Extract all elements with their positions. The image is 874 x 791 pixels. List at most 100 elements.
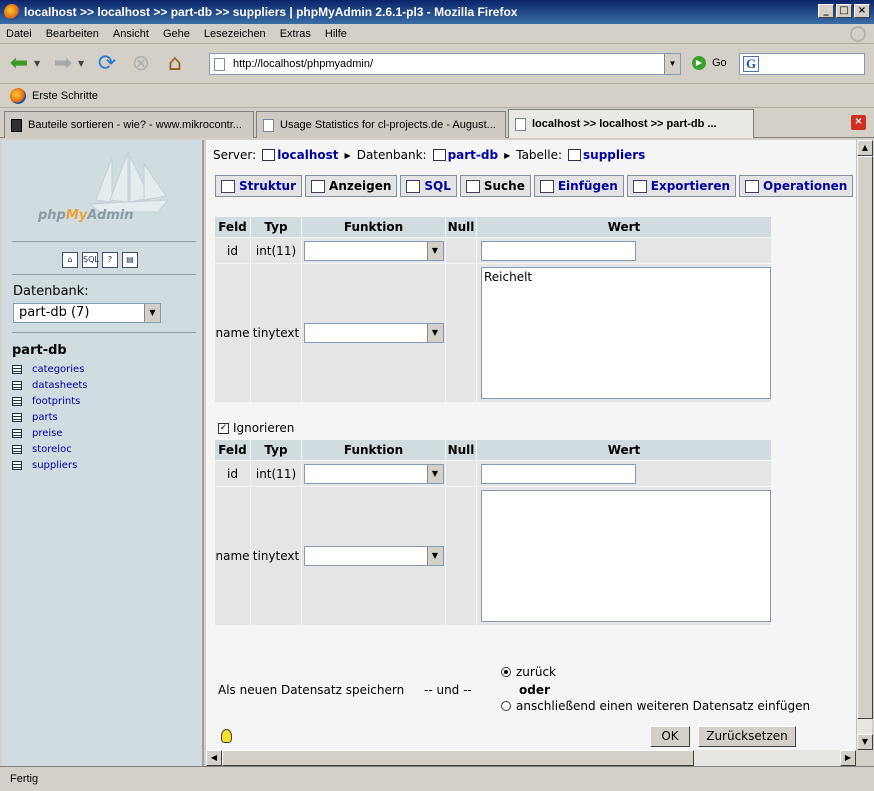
table-link-footprints[interactable]: footprints	[12, 393, 88, 409]
tab-suche[interactable]: Suche	[459, 175, 531, 197]
table-label[interactable]: datasheets	[32, 380, 88, 391]
table-icon[interactable]	[12, 428, 22, 438]
table-label[interactable]: suppliers	[32, 460, 77, 471]
function-select[interactable]: ▼	[303, 546, 444, 566]
help-icon[interactable]: ?	[102, 252, 118, 268]
go-button[interactable]: ▶ Go	[692, 56, 727, 70]
chevron-down-icon[interactable]: ▼	[426, 324, 443, 342]
scroll-left-arrow-icon[interactable]: ◀	[206, 750, 222, 766]
value-input[interactable]	[481, 240, 636, 261]
table-icon[interactable]	[12, 412, 22, 422]
scroll-right-arrow-icon[interactable]: ▶	[840, 750, 856, 766]
insert-form-table-2: Feld Typ Funktion Null Wert id int(11) ▼…	[214, 439, 772, 626]
chevron-down-icon[interactable]: ▼	[426, 241, 443, 260]
menu-hilfe[interactable]: Hilfe	[325, 28, 347, 40]
radio-back[interactable]	[501, 667, 511, 677]
menu-gehe[interactable]: Gehe	[163, 28, 190, 40]
bookmark-erste-schritte[interactable]: Erste Schritte	[32, 90, 98, 102]
vertical-scroll-thumb[interactable]	[857, 156, 873, 719]
docs-icon[interactable]: ▤	[122, 252, 138, 268]
table-link-preise[interactable]: preise	[12, 425, 88, 441]
table-label[interactable]: preise	[32, 428, 63, 439]
function-select[interactable]: ▼	[303, 463, 444, 484]
menu-extras[interactable]: Extras	[280, 28, 311, 40]
scroll-down-arrow-icon[interactable]: ▼	[857, 734, 873, 750]
table-link-suppliers[interactable]: suppliers	[12, 457, 88, 473]
close-tab-icon[interactable]: ×	[851, 115, 866, 130]
table-label[interactable]: categories	[32, 364, 84, 375]
search-input[interactable]: G	[739, 53, 865, 75]
sql-icon[interactable]: SQL	[82, 252, 99, 268]
table-icon[interactable]	[12, 380, 22, 390]
chevron-down-icon[interactable]: ▼	[426, 547, 443, 565]
value-textarea[interactable]	[481, 490, 771, 622]
radio-option-back[interactable]: zurück	[501, 665, 556, 679]
horizontal-scrollbar[interactable]: ◀ ▶	[206, 750, 856, 766]
maximize-button[interactable]: □	[836, 4, 852, 18]
scroll-up-arrow-icon[interactable]: ▲	[857, 140, 873, 156]
table-icon[interactable]	[12, 460, 22, 470]
menu-bearbeiten[interactable]: Bearbeiten	[46, 28, 99, 40]
table-icon[interactable]	[12, 396, 22, 406]
tab-struktur[interactable]: Struktur	[215, 175, 303, 197]
reload-icon[interactable]: ⟳	[92, 49, 122, 79]
field-type: tinytext	[251, 487, 301, 625]
breadcrumb-db-link[interactable]: part-db	[448, 148, 499, 162]
value-input[interactable]	[481, 463, 636, 484]
browser-tab-1[interactable]: Bauteile sortieren - wie? - www.mikrocon…	[4, 111, 254, 138]
ignore-option: ✓ Ignorieren	[218, 421, 294, 435]
back-arrow-icon[interactable]: ⬅	[4, 49, 34, 79]
horizontal-scroll-thumb[interactable]	[222, 750, 694, 766]
table-row: id int(11) ▼	[215, 238, 771, 263]
tab-operationen[interactable]: Operationen	[739, 175, 854, 197]
home-icon[interactable]: ⌂	[62, 252, 78, 268]
ok-button[interactable]: OK	[650, 726, 690, 747]
table-link-categories[interactable]: categories	[12, 361, 88, 377]
table-icon[interactable]	[12, 364, 22, 374]
function-select[interactable]: ▼	[303, 323, 444, 343]
browser-tab-2[interactable]: Usage Statistics for cl-projects.de - Au…	[256, 111, 506, 138]
header-null: Null	[446, 440, 476, 460]
table-link-storeloc[interactable]: storeloc	[12, 441, 88, 457]
google-icon[interactable]: G	[743, 56, 759, 72]
table-icon[interactable]	[12, 444, 22, 454]
forward-arrow-icon[interactable]: ➡	[48, 49, 78, 79]
table-link-parts[interactable]: parts	[12, 409, 88, 425]
radio-option-insert-another[interactable]: anschließend einen weiteren Datensatz ei…	[501, 699, 810, 713]
table-label[interactable]: storeloc	[32, 444, 72, 455]
table-label[interactable]: parts	[32, 412, 58, 423]
tab-einfuegen[interactable]: Einfügen	[533, 175, 624, 197]
menu-datei[interactable]: Datei	[6, 28, 32, 40]
breadcrumb-table-link[interactable]: suppliers	[583, 148, 645, 162]
table-label[interactable]: footprints	[32, 396, 80, 407]
reset-button[interactable]: Zurücksetzen	[698, 726, 796, 747]
close-button[interactable]: ×	[854, 4, 870, 18]
ignore-checkbox[interactable]: ✓	[218, 422, 229, 434]
function-select[interactable]: ▼	[303, 240, 444, 261]
forward-history-dropdown[interactable]: ▼	[78, 59, 88, 68]
browser-tab-3[interactable]: localhost >> localhost >> part-db ...	[508, 109, 754, 138]
value-textarea[interactable]: Reichelt	[481, 267, 771, 399]
table-link-datasheets[interactable]: datasheets	[12, 377, 88, 393]
database-select[interactable]: part-db (7) ▼	[13, 303, 161, 323]
tab-sql[interactable]: SQL	[400, 175, 457, 197]
tab-anzeigen[interactable]: Anzeigen	[305, 175, 398, 197]
stop-icon[interactable]: ⊗	[126, 49, 156, 79]
ignore-label: Ignorieren	[233, 421, 295, 435]
operations-icon	[745, 179, 760, 193]
tab-exportieren[interactable]: Exportieren	[626, 175, 737, 197]
minimize-button[interactable]: _	[818, 4, 834, 18]
radio-insert-another[interactable]	[501, 701, 511, 711]
menu-lesezeichen[interactable]: Lesezeichen	[204, 28, 266, 40]
chevron-down-icon[interactable]: ▼	[144, 304, 160, 322]
url-dropdown-button[interactable]: ▼	[664, 54, 680, 74]
phpmyadmin-logo[interactable]: phpMyAdmin	[38, 208, 134, 223]
back-history-dropdown[interactable]: ▼	[34, 59, 44, 68]
home-icon[interactable]: ⌂	[160, 49, 190, 79]
vertical-scrollbar[interactable]: ▲ ▼	[856, 140, 873, 750]
insert-form-table-1: Feld Typ Funktion Null Wert id int(11) ▼…	[214, 216, 772, 403]
address-bar[interactable]: http://localhost/phpmyadmin/ ▼	[209, 53, 681, 75]
breadcrumb-server-link[interactable]: localhost	[277, 148, 338, 162]
menu-ansicht[interactable]: Ansicht	[113, 28, 149, 40]
chevron-down-icon[interactable]: ▼	[426, 464, 443, 483]
